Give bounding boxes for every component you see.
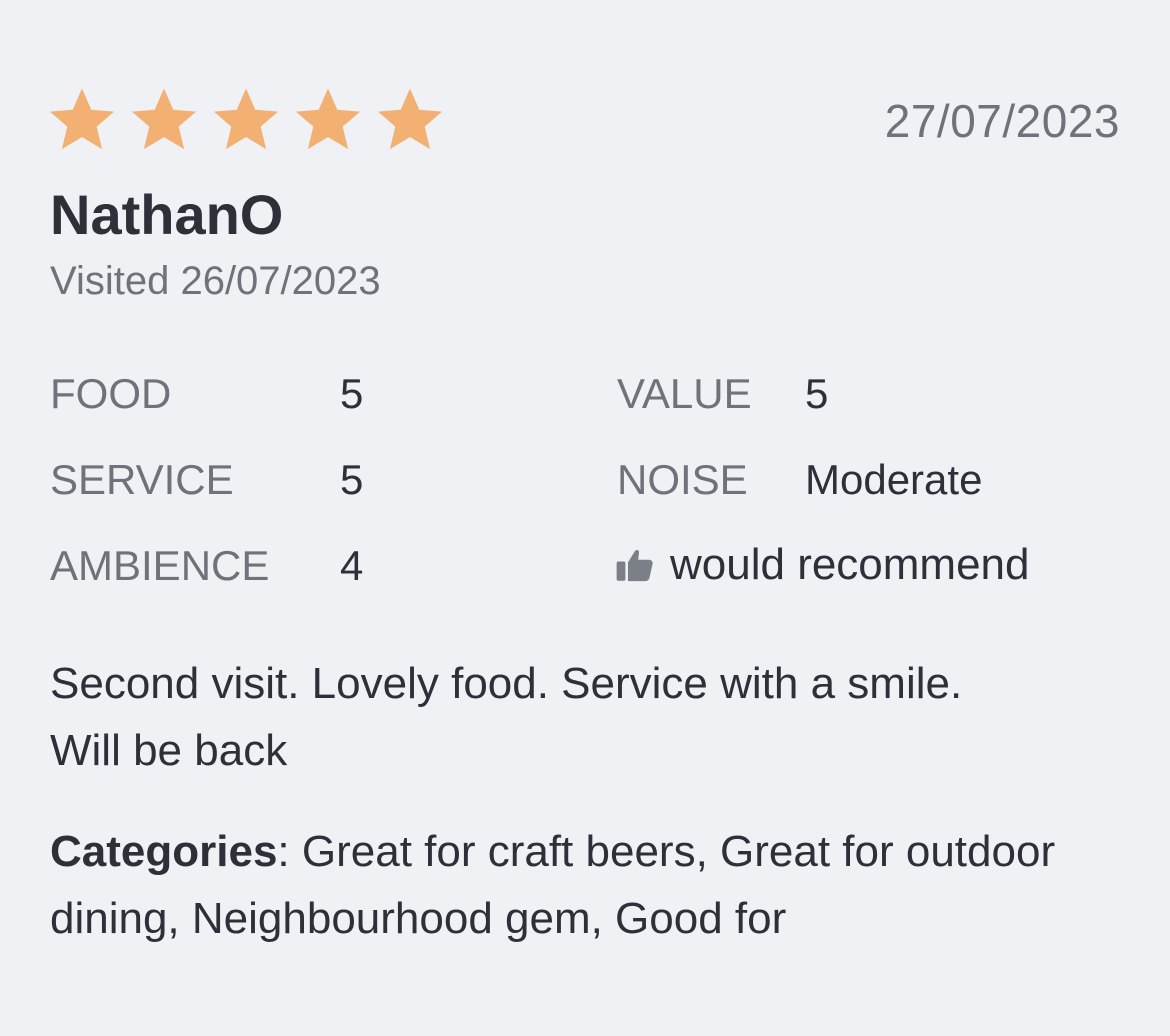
categories-label: Categories xyxy=(50,827,278,876)
thumbs-up-icon xyxy=(614,544,656,586)
star-icon xyxy=(46,84,118,156)
review-text: Second visit. Lovely food. Service with … xyxy=(50,650,1110,784)
food-label: FOOD xyxy=(50,370,172,417)
star-icon xyxy=(210,84,282,156)
ambience-label: AMBIENCE xyxy=(50,542,270,589)
would-recommend: would recommend xyxy=(614,540,1030,590)
star-icon xyxy=(374,84,446,156)
value-value: 5 xyxy=(805,370,829,417)
star-icon xyxy=(128,84,200,156)
service-label: SERVICE xyxy=(50,456,234,503)
noise-label: NOISE xyxy=(617,456,748,503)
food-value: 5 xyxy=(340,370,364,417)
review-text-line: Will be back xyxy=(50,726,288,775)
ambience-value: 4 xyxy=(340,542,364,589)
visited-date: Visited 26/07/2023 xyxy=(50,259,381,303)
categories: Categories: Great for craft beers, Great… xyxy=(50,818,1110,952)
review-date: 27/07/2023 xyxy=(884,95,1120,147)
recommend-text: would recommend xyxy=(670,540,1030,589)
review-text-line: Second visit. Lovely food. Service with … xyxy=(50,659,963,708)
star-rating xyxy=(46,84,446,156)
noise-value: Moderate xyxy=(805,456,983,503)
value-label: VALUE xyxy=(617,370,752,417)
service-value: 5 xyxy=(340,456,364,503)
star-icon xyxy=(292,84,364,156)
reviewer-name[interactable]: NathanO xyxy=(50,182,283,247)
